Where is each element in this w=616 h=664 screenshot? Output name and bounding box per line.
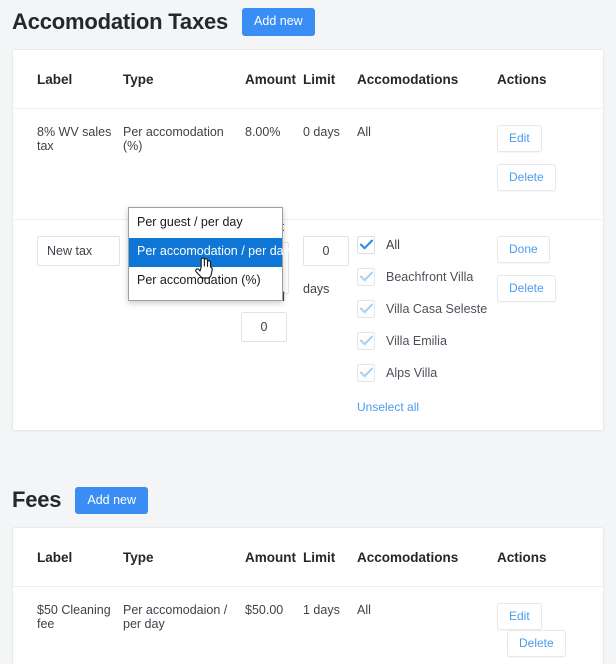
page-title: Accomodation Taxes <box>12 8 229 34</box>
column-header-limit: Limit <box>303 49 357 109</box>
checkbox-alps-villa[interactable] <box>357 363 375 382</box>
dropdown-option-per-guest-per-day[interactable]: Per guest / per day <box>129 209 282 238</box>
table-header-row: Label Type Amount Limit Accomodations Ac… <box>13 49 603 109</box>
tax-limit-input[interactable] <box>303 235 349 266</box>
check-icon <box>359 239 373 250</box>
column-header-amount: Amount <box>245 528 303 587</box>
cell-limit: 1 days <box>303 603 340 617</box>
delete-button[interactable]: Delete <box>497 163 556 191</box>
cell-accomodations: All <box>357 108 497 220</box>
accomodation-checkbox-list: All Beachfront Villa Villa Casa Seleste … <box>357 235 497 414</box>
column-header-accomodations: Accomodations <box>357 49 497 109</box>
table-header-row: Label Type Amount Limit Accomodations Ac… <box>13 528 603 587</box>
checkbox-all[interactable] <box>357 235 375 254</box>
tax-label-input[interactable] <box>37 235 120 266</box>
fees-table-body: $50 Cleaning fee Per accomodaion / per d… <box>13 587 603 664</box>
checkbox-beachfront-villa[interactable] <box>357 267 375 286</box>
checkbox-label: Alps Villa <box>386 365 438 380</box>
delete-button[interactable]: Delete <box>507 630 566 657</box>
checkbox-row-villa-emilia[interactable]: Villa Emilia <box>357 331 497 350</box>
taxes-table-head: Label Type Amount Limit Accomodations Ac… <box>13 49 603 109</box>
checkbox-label: Villa Casa Seleste <box>386 301 488 316</box>
cell-actions-edit: Done Delete <box>497 219 603 430</box>
cell-actions: Edit Delete <box>497 587 603 664</box>
fees-table-head: Label Type Amount Limit Accomodations Ac… <box>13 528 603 587</box>
dropdown-option-per-accomodation-per-day[interactable]: Per accomodation / per day <box>129 237 290 267</box>
checkbox-label: Villa Emilia <box>386 333 447 348</box>
cell-label: $50 Cleaning fee <box>37 603 111 631</box>
check-icon <box>359 367 373 378</box>
tax-amount-input[interactable] <box>241 311 287 342</box>
column-header-accomodations: Accomodations <box>357 528 497 587</box>
table-row: $50 Cleaning fee Per accomodaion / per d… <box>13 587 603 664</box>
cell-amount: $50.00 <box>245 603 284 617</box>
column-header-label: Label <box>13 49 123 109</box>
fees-table: Label Type Amount Limit Accomodations Ac… <box>13 528 603 664</box>
checkbox-row-all[interactable]: All <box>357 235 497 254</box>
cell-label-edit <box>13 219 123 430</box>
taxes-section-header: Accomodation Taxes Add new <box>0 0 616 36</box>
column-header-limit: Limit <box>303 528 357 587</box>
cell-limit: 0 days <box>303 108 357 220</box>
checkbox-villa-emilia[interactable] <box>357 331 375 350</box>
checkbox-label: Beachfront Villa <box>386 269 474 284</box>
edit-button[interactable]: Edit <box>497 124 542 152</box>
checkbox-row-villa-casa-seleste[interactable]: Villa Casa Seleste <box>357 299 497 318</box>
check-icon <box>359 303 373 314</box>
column-header-actions: Actions <box>497 49 603 109</box>
taxes-table: Label Type Amount Limit Accomodations Ac… <box>13 49 603 430</box>
checkbox-label: All <box>386 237 400 252</box>
cell-accomodations: All <box>357 603 371 617</box>
fees-table-card: Label Type Amount Limit Accomodations Ac… <box>12 527 604 664</box>
fees-section-header: Fees Add new <box>0 486 616 514</box>
cell-accomodations-edit: All Beachfront Villa Villa Casa Seleste … <box>357 219 497 430</box>
done-button[interactable]: Done <box>497 235 550 263</box>
taxes-table-card: Label Type Amount Limit Accomodations Ac… <box>12 48 604 431</box>
taxes-table-body: 8% WV sales tax Per accomodation (%) 8.0… <box>13 108 603 430</box>
add-new-fee-button[interactable]: Add new <box>75 486 149 514</box>
column-header-type: Type <box>123 49 245 109</box>
cell-actions: Edit Delete <box>497 108 603 220</box>
cell-type: Per accomodaion / per day <box>123 603 228 631</box>
check-icon <box>359 271 373 282</box>
cell-label: 8% WV sales tax <box>13 108 123 220</box>
column-header-amount: Amount <box>245 49 303 109</box>
column-header-actions: Actions <box>497 528 603 587</box>
check-icon <box>359 335 373 346</box>
unselect-all-link[interactable]: Unselect all <box>357 400 419 414</box>
delete-button[interactable]: Delete <box>497 274 556 302</box>
fees-title: Fees <box>12 487 62 513</box>
checkbox-villa-casa-seleste[interactable] <box>357 299 375 318</box>
column-header-type: Type <box>123 528 245 587</box>
table-row: 8% WV sales tax Per accomodation (%) 8.0… <box>13 108 603 220</box>
edit-button[interactable]: Edit <box>497 603 542 630</box>
settings-page: Accomodation Taxes Add new Label Type Am… <box>0 0 616 664</box>
add-new-tax-button[interactable]: Add new <box>242 8 315 36</box>
cell-type: Per accomodation (%) <box>123 108 245 220</box>
column-header-label: Label <box>13 528 123 587</box>
checkbox-row-beachfront-villa[interactable]: Beachfront Villa <box>357 267 497 286</box>
cell-limit-edit: days <box>303 219 357 430</box>
type-select-dropdown[interactable]: Per guest / per day Per accomodation / p… <box>128 207 290 302</box>
table-row-editing: lt d days <box>13 219 603 430</box>
checkbox-row-alps-villa[interactable]: Alps Villa <box>357 363 497 382</box>
dropdown-option-per-accomodation-percent[interactable]: Per accomodation (%) <box>129 267 282 296</box>
limit-unit-label: days <box>303 281 330 296</box>
cell-amount: 8.00% <box>245 108 303 220</box>
